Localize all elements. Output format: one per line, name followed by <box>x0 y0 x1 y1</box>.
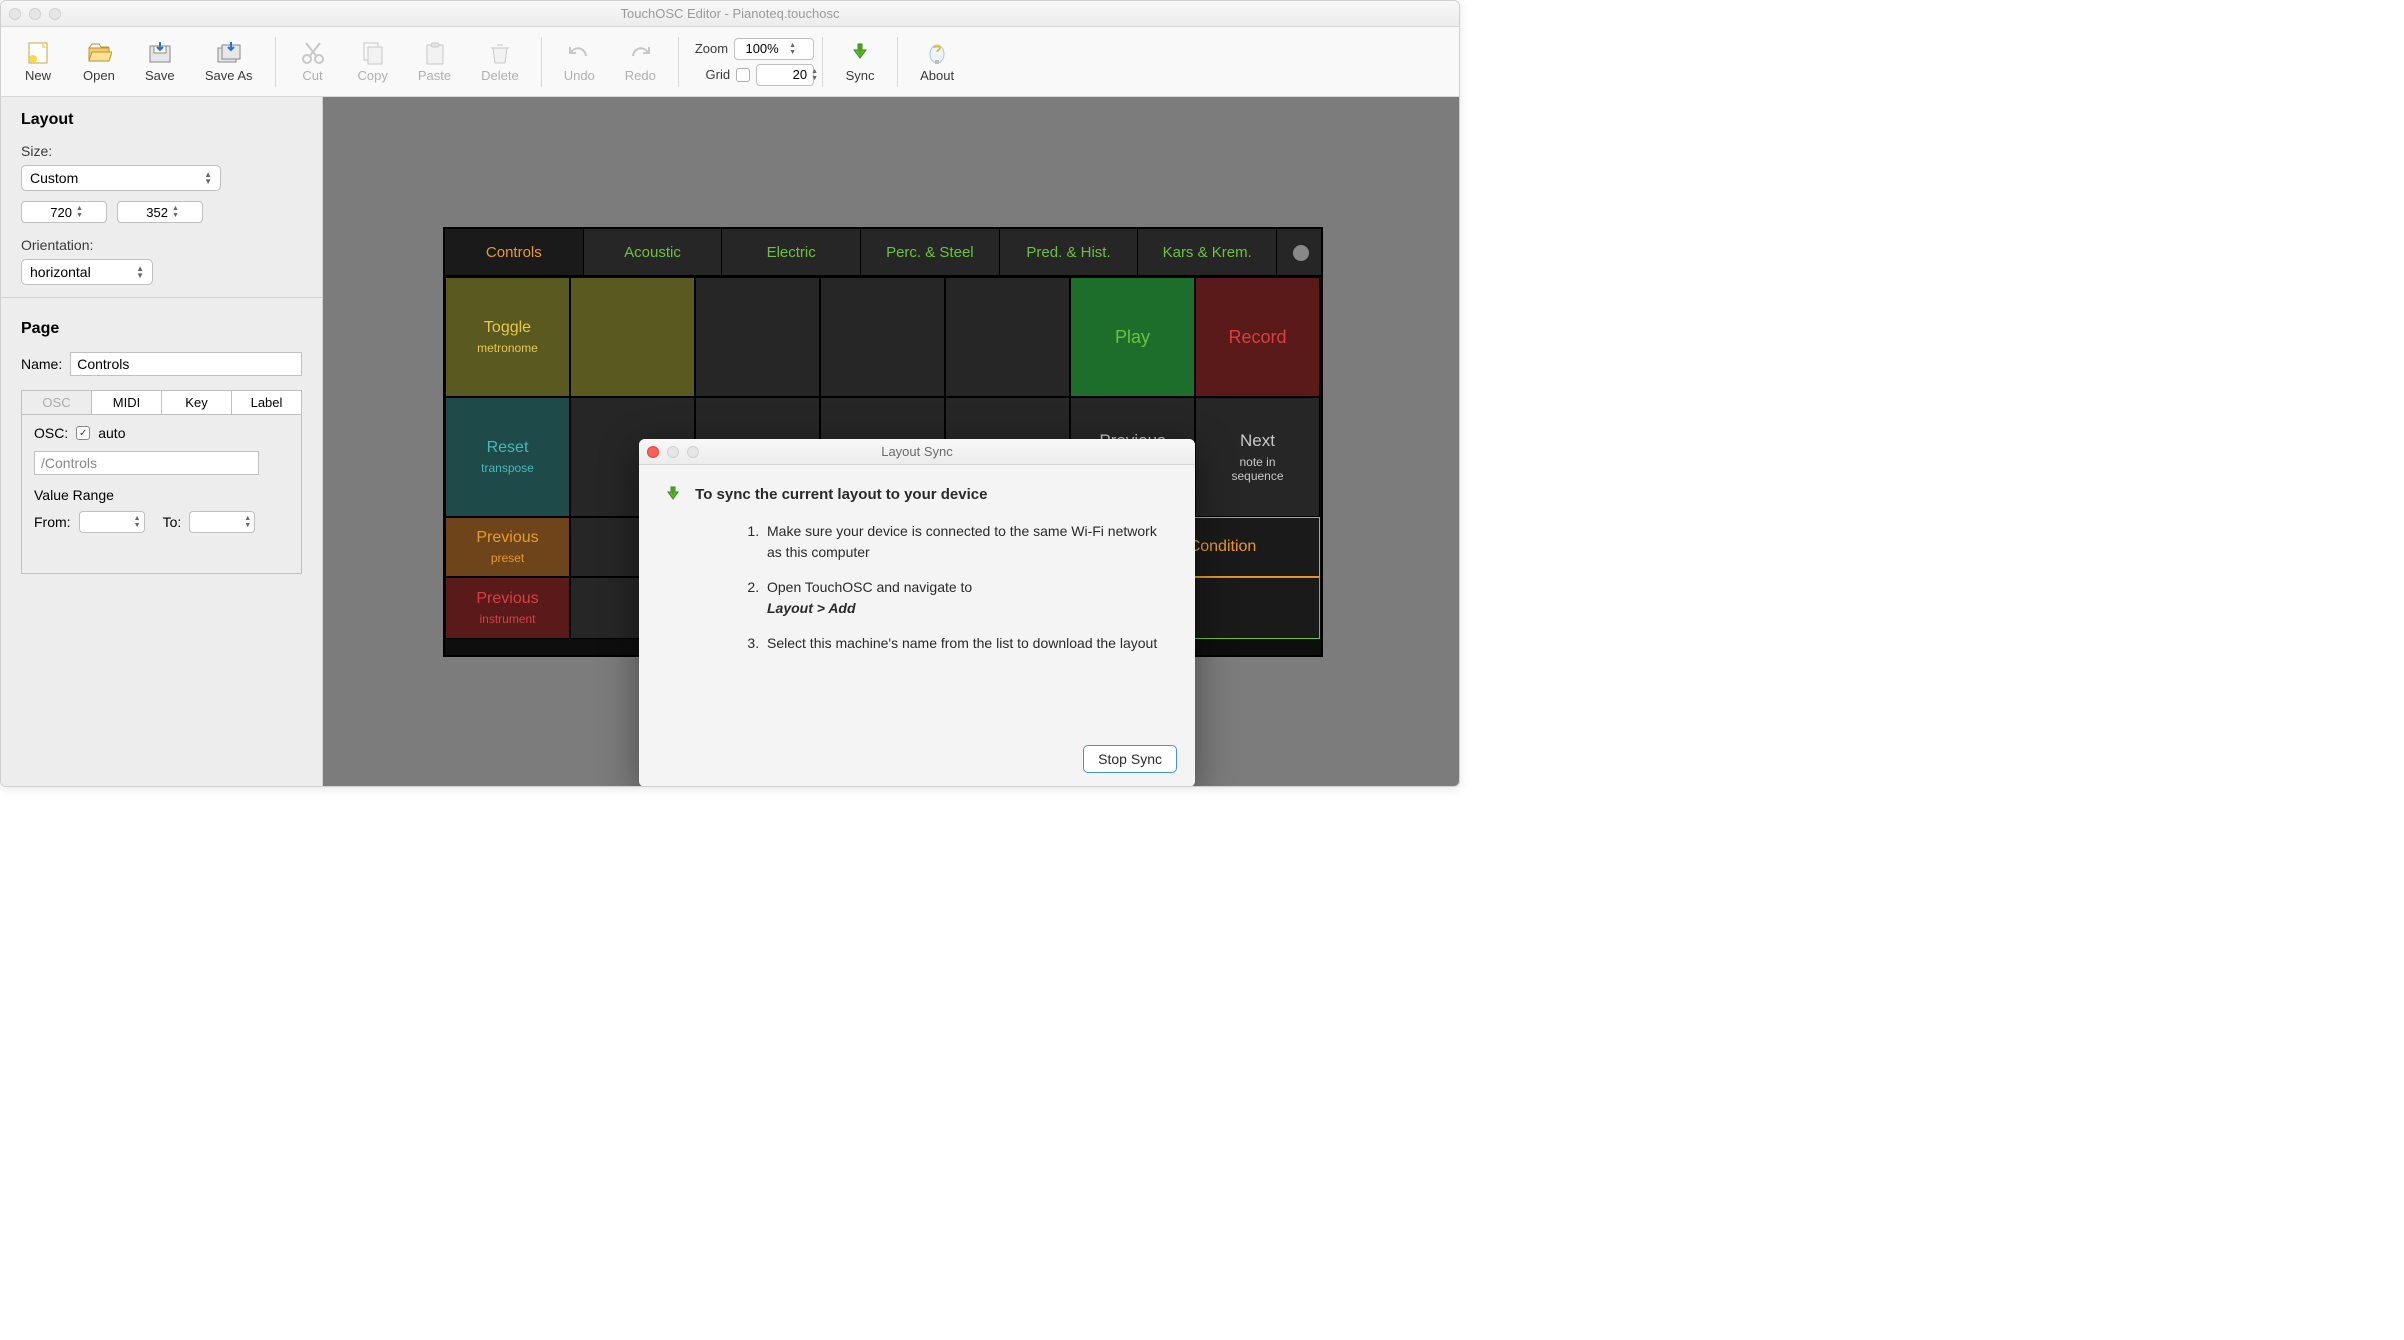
width-input[interactable] <box>26 205 72 220</box>
undo-button[interactable]: Undo <box>550 36 609 87</box>
grid-checkbox[interactable] <box>736 68 750 82</box>
to-input[interactable] <box>194 515 240 530</box>
layout-button[interactable] <box>570 277 695 397</box>
new-icon <box>25 40 51 66</box>
copy-button[interactable]: Copy <box>344 36 402 87</box>
copy-icon <box>360 40 386 66</box>
tab-label[interactable]: Label <box>232 390 302 415</box>
saveas-icon <box>216 40 242 66</box>
save-icon <box>147 40 173 66</box>
cut-button[interactable]: Cut <box>284 36 342 87</box>
layout-tab-acoustic[interactable]: Acoustic <box>584 229 723 277</box>
layout-tab-pred[interactable]: Pred. & Hist. <box>1000 229 1139 277</box>
led-indicator-icon <box>1293 245 1309 261</box>
about-icon <box>924 40 950 66</box>
about-button[interactable]: About <box>906 36 968 87</box>
canvas[interactable]: Controls Acoustic Electric Perc. & Steel… <box>323 97 1459 786</box>
saveas-button[interactable]: Save As <box>191 36 267 87</box>
grid-stepper[interactable]: ▲▼ <box>756 64 814 86</box>
dialog-title: Layout Sync <box>639 444 1195 459</box>
layout-tab-controls[interactable]: Controls <box>445 229 584 277</box>
to-label: To: <box>163 514 182 530</box>
titlebar: TouchOSC Editor - Pianoteq.touchosc <box>1 1 1459 27</box>
height-stepper[interactable]: ▲▼ <box>117 201 203 223</box>
layout-preview[interactable]: Controls Acoustic Electric Perc. & Steel… <box>443 227 1323 657</box>
chevron-updown-icon: ▲▼ <box>204 171 212 185</box>
zoom-stepper[interactable]: ▲▼ <box>734 38 814 60</box>
from-stepper[interactable]: ▲▼ <box>79 511 145 533</box>
chevron-updown-icon: ▲▼ <box>136 265 144 279</box>
dialog-heading: To sync the current layout to your devic… <box>695 486 987 503</box>
open-icon <box>86 40 112 66</box>
redo-button[interactable]: Redo <box>611 36 670 87</box>
sync-button[interactable]: Sync <box>831 36 889 87</box>
redo-icon <box>627 40 653 66</box>
from-input[interactable] <box>84 515 130 530</box>
layout-tab-perc[interactable]: Perc. & Steel <box>861 229 1000 277</box>
tab-osc[interactable]: OSC <box>21 390 92 415</box>
orientation-select[interactable]: horizontal ▲▼ <box>21 259 153 285</box>
stepper-arrows-icon[interactable]: ▲▼ <box>789 42 796 56</box>
prev-instrument-button[interactable]: Previous instrument <box>445 577 570 639</box>
paste-icon <box>422 40 448 66</box>
toolbar: New Open Save Save As Cut Copy Paste <box>1 27 1459 97</box>
dialog-step-2: Open TouchOSC and navigate toLayout > Ad… <box>763 577 1171 619</box>
window-title: TouchOSC Editor - Pianoteq.touchosc <box>1 6 1459 21</box>
dialog-step-3: Select this machine's name from the list… <box>763 633 1171 654</box>
layout-button[interactable] <box>820 277 945 397</box>
auto-label: auto <box>98 425 125 441</box>
to-stepper[interactable]: ▲▼ <box>189 511 255 533</box>
next-note-button[interactable]: Next note in sequence <box>1195 397 1320 517</box>
layout-button[interactable] <box>945 277 1070 397</box>
layout-tab-electric[interactable]: Electric <box>722 229 861 277</box>
name-label: Name: <box>21 356 62 372</box>
toggle-button[interactable]: Toggle metronome <box>445 277 570 397</box>
stepper-arrows-icon[interactable]: ▲▼ <box>244 515 251 529</box>
orientation-label: Orientation: <box>21 237 302 253</box>
stepper-arrows-icon[interactable]: ▲▼ <box>811 68 818 82</box>
grid-label: Grid <box>706 67 731 82</box>
layout-tab-kars[interactable]: Kars & Krem. <box>1138 229 1277 277</box>
cut-icon <box>300 40 326 66</box>
save-button[interactable]: Save <box>131 36 189 87</box>
open-button[interactable]: Open <box>69 36 129 87</box>
layout-heading: Layout <box>21 111 302 129</box>
osc-path-input[interactable] <box>34 451 259 475</box>
new-button[interactable]: New <box>9 36 67 87</box>
height-input[interactable] <box>122 205 168 220</box>
value-range-label: Value Range <box>34 487 289 503</box>
tab-midi[interactable]: MIDI <box>92 390 162 415</box>
layout-button[interactable] <box>695 277 820 397</box>
name-input[interactable] <box>70 352 302 376</box>
size-select[interactable]: Custom ▲▼ <box>21 165 221 191</box>
stepper-arrows-icon[interactable]: ▲▼ <box>76 205 83 219</box>
prev-preset-button[interactable]: Previous preset <box>445 517 570 577</box>
play-button[interactable]: Play <box>1070 277 1195 397</box>
width-stepper[interactable]: ▲▼ <box>21 201 107 223</box>
zoom-input[interactable] <box>739 41 785 56</box>
page-heading: Page <box>21 320 302 338</box>
reset-button[interactable]: Reset transpose <box>445 397 570 517</box>
stop-sync-button[interactable]: Stop Sync <box>1083 745 1177 773</box>
paste-button[interactable]: Paste <box>404 36 465 87</box>
osc-label: OSC: <box>34 425 68 441</box>
stepper-arrows-icon[interactable]: ▲▼ <box>172 205 179 219</box>
dialog-step-1: Make sure your device is connected to th… <box>763 521 1171 563</box>
stepper-arrows-icon[interactable]: ▲▼ <box>134 515 141 529</box>
undo-icon <box>566 40 592 66</box>
delete-icon <box>487 40 513 66</box>
grid-input[interactable] <box>761 67 807 82</box>
from-label: From: <box>34 514 71 530</box>
sync-arrow-icon <box>663 485 683 505</box>
osc-auto-checkbox[interactable]: ✓ <box>76 426 90 440</box>
record-button[interactable]: Record <box>1195 277 1320 397</box>
layout-sync-dialog: Layout Sync To sync the current layout t… <box>639 439 1195 787</box>
sync-icon <box>847 40 873 66</box>
zoom-label: Zoom <box>695 41 728 56</box>
delete-button[interactable]: Delete <box>467 36 533 87</box>
tab-key[interactable]: Key <box>162 390 232 415</box>
size-label: Size: <box>21 143 302 159</box>
